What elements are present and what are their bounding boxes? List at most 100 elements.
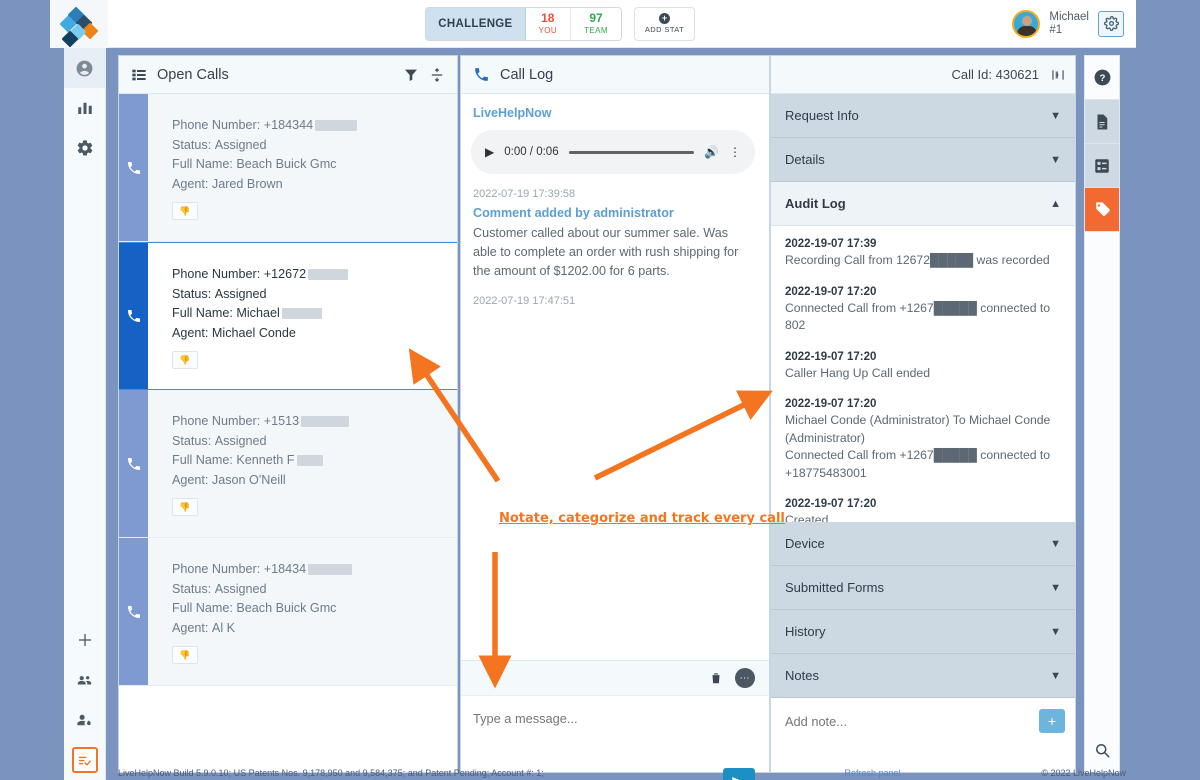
audit-timestamp: 2022-19-07 17:39 (785, 238, 877, 250)
phone-icon (119, 243, 148, 389)
sidebar-item-reports[interactable] (64, 88, 106, 128)
audit-timestamp: 2022-19-07 17:20 (785, 285, 877, 298)
footer: LiveHelpNow Build 5.9.0.10; US Patents N… (50, 766, 1136, 780)
accordion-history[interactable]: History ▼ (771, 610, 1075, 654)
filter-icon[interactable] (403, 67, 419, 83)
sidebar-item-account[interactable] (63, 48, 106, 88)
list-item[interactable]: Phone Number: +18434 Status: Assigned Fu… (119, 538, 457, 686)
challenge-group[interactable]: CHALLENGE 18 YOU 97 TEAM (425, 6, 622, 41)
thumbs-down-icon[interactable]: 👎 (172, 498, 198, 516)
open-calls-header: Open Calls (119, 56, 457, 94)
list-item-body: Phone Number: +12672 Status: Assigned Fu… (148, 243, 457, 389)
status-label: Status: (172, 137, 212, 152)
expand-panel-icon[interactable] (1051, 68, 1065, 82)
top-bar-right: Michael #1 (1012, 9, 1136, 38)
fullname-value: Kenneth F (236, 453, 295, 467)
thumbs-down-icon[interactable]: 👎 (172, 646, 198, 664)
stat-you-value: 18 (541, 10, 555, 25)
list-item[interactable]: Phone Number: +184344 Status: Assigned F… (119, 94, 457, 242)
call-id-label: Call Id: 430621 (951, 67, 1039, 82)
window-left-edge (0, 0, 50, 780)
status-value: Assigned (214, 137, 267, 152)
open-calls-list[interactable]: Phone Number: +184344 Status: Assigned F… (119, 94, 457, 773)
phone-value: +12672 (263, 267, 307, 281)
volume-icon[interactable]: 🔊 (704, 145, 719, 159)
thumbs-down-icon[interactable]: 👎 (172, 202, 198, 220)
list-item-body: Phone Number: +184344 Status: Assigned F… (148, 94, 457, 241)
phone-icon (119, 538, 148, 685)
audit-text: Caller Hang Up Call ended (785, 365, 930, 380)
sidebar-item-settings[interactable] (64, 128, 106, 168)
avatar[interactable] (1012, 9, 1041, 38)
audio-time: 0:00 / 0:06 (504, 146, 559, 158)
fullname-value: Michael (236, 306, 280, 320)
gear-icon[interactable] (1098, 10, 1124, 37)
fullname-label: Full Name: (172, 453, 233, 467)
log-text: Customer called about our summer sale. W… (473, 226, 739, 278)
tool-tags[interactable] (1085, 188, 1119, 232)
user-info: Michael #1 (1049, 11, 1089, 37)
phone-label: Phone Number: (172, 118, 261, 132)
audio-progress-track[interactable] (568, 150, 695, 154)
tool-transcript[interactable] (1085, 100, 1119, 144)
note-input[interactable] (785, 713, 1039, 729)
status-value: Assigned (214, 286, 267, 301)
chevron-down-icon: ▼ (1050, 109, 1061, 122)
agent-label: Agent: (172, 325, 209, 340)
logo-cell (50, 0, 108, 48)
list-item[interactable]: Phone Number: +12672 Status: Assigned Fu… (119, 242, 457, 390)
search-icon (1096, 744, 1110, 758)
audit-entry: 2022-19-07 17:20 Michael Conde (Administ… (785, 396, 1061, 482)
accordion-details[interactable]: Details ▼ (771, 138, 1075, 182)
fullname-value: Beach Buick Gmc (236, 157, 337, 171)
add-note-row: + (771, 698, 1075, 744)
document-icon (1097, 114, 1108, 129)
user-name: Michael (1049, 10, 1089, 23)
call-log-panel: Call Log LiveHelpNow ▶ 0:00 / 0:06 🔊 ⋮ 2… (460, 55, 770, 780)
more-options-icon[interactable]: ⋯ (735, 668, 755, 688)
accordion-label: History (785, 624, 826, 639)
sidebar-item-agent-settings[interactable] (64, 700, 106, 740)
accordion-request-info[interactable]: Request Info ▼ (771, 94, 1075, 138)
tool-help[interactable]: ? (1085, 56, 1119, 100)
audit-text: Connected Call from +1267█████ connected… (785, 448, 1051, 480)
sort-icon[interactable] (429, 67, 445, 83)
top-bar-center: CHALLENGE 18 YOU 97 TEAM + ADD STAT (108, 6, 1012, 41)
accordion-label: Details (785, 152, 825, 167)
audio-player[interactable]: ▶ 0:00 / 0:06 🔊 ⋮ (471, 130, 755, 174)
svg-text:?: ? (1099, 73, 1105, 84)
phone-icon (475, 68, 488, 81)
accordion-audit-log[interactable]: Audit Log ▲ (771, 182, 1075, 226)
phone-value: +1513 (263, 414, 300, 428)
accordion-notes[interactable]: Notes ▼ (771, 654, 1075, 698)
log-brand: LiveHelpNow (473, 106, 552, 120)
accordion-device[interactable]: Device ▼ (771, 522, 1075, 566)
message-input[interactable] (473, 711, 757, 726)
call-detail-panel: Call Id: 430621 Request Info ▼ Details ▼… (770, 55, 1076, 773)
audit-timestamp: 2022-19-07 17:20 (785, 498, 877, 510)
call-detail-header: Call Id: 430621 (771, 56, 1075, 94)
left-nav-rail (63, 48, 106, 780)
challenge-button[interactable]: CHALLENGE (426, 7, 526, 40)
refresh-panel-link[interactable]: Refresh panel (544, 768, 1042, 778)
kebab-menu-icon[interactable]: ⋮ (729, 145, 741, 159)
list-item[interactable]: Phone Number: +1513 Status: Assigned Ful… (119, 390, 457, 538)
phone-value: +184344 (263, 118, 314, 132)
trash-icon[interactable] (709, 670, 723, 686)
stat-team[interactable]: 97 TEAM (570, 7, 621, 40)
accordion-submitted-forms[interactable]: Submitted Forms ▼ (771, 566, 1075, 610)
stat-team-label: TEAM (584, 25, 608, 35)
composer-toolbar: ⋯ (461, 660, 769, 696)
play-icon[interactable]: ▶ (485, 145, 494, 159)
tool-forms[interactable] (1085, 144, 1119, 188)
chevron-down-icon: ▼ (1050, 581, 1061, 594)
people-icon (77, 675, 92, 684)
fullname-label: Full Name: (172, 157, 233, 171)
add-stat-button[interactable]: + ADD STAT (633, 6, 696, 41)
add-note-button[interactable]: + (1039, 709, 1065, 733)
thumbs-down-icon[interactable]: 👎 (172, 351, 198, 369)
stat-you[interactable]: 18 YOU (525, 7, 571, 40)
sidebar-item-add[interactable] (64, 620, 106, 660)
sidebar-item-people[interactable] (64, 660, 106, 700)
livehelpnow-logo[interactable] (59, 6, 99, 47)
